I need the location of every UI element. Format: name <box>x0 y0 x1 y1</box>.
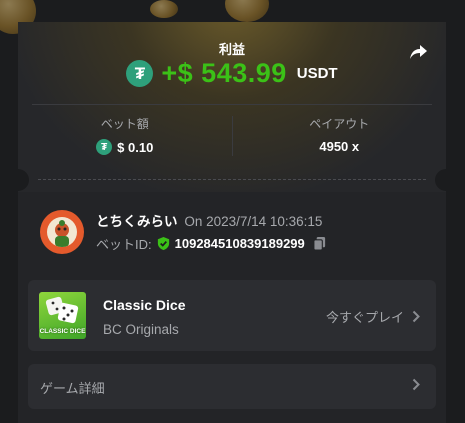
bet-detail-card: 利益 ₮ +$ 543.99 USDT ベット額 ₮ $ 0.10 ペイアウト … <box>18 22 446 423</box>
profit-currency: USDT <box>296 65 338 82</box>
game-details-label: ゲーム詳細 <box>40 381 105 396</box>
game-details-row[interactable]: ゲーム詳細 <box>28 364 436 409</box>
avatar-image <box>47 217 77 247</box>
game-thumbnail: CLASSIC DICE <box>39 292 86 339</box>
play-now-label: 今すぐプレイ <box>325 310 404 325</box>
bet-amount-value-row: ₮ $ 0.10 <box>18 139 232 155</box>
details-chevron <box>412 378 420 396</box>
game-provider: BC Originals <box>103 322 179 337</box>
divider <box>32 104 432 105</box>
payout-stat: ペイアウト 4950 x <box>233 112 447 162</box>
game-row[interactable]: CLASSIC DICE Classic Dice BC Originals 今… <box>28 280 436 351</box>
copy-icon <box>313 236 325 251</box>
tether-icon: ₮ <box>96 139 113 155</box>
bet-id-label: ベットID: <box>96 237 152 252</box>
username[interactable]: とちくみらい <box>96 214 178 229</box>
background-coin <box>225 0 269 22</box>
tether-icon: ₮ <box>126 60 154 87</box>
bet-timestamp: On 2023/7/14 10:36:15 <box>184 214 323 229</box>
copy-button[interactable] <box>312 236 327 251</box>
user-line: とちくみらい On 2023/7/14 10:36:15 <box>96 210 322 230</box>
dashed-divider <box>38 179 426 180</box>
user-info: とちくみらい On 2023/7/14 10:36:15 ベットID: 1092… <box>40 208 436 258</box>
bet-id-value: 109284510839189299 <box>174 236 305 251</box>
chevron-right-icon <box>412 310 420 323</box>
profit-amount-row: ₮ +$ 543.99 USDT <box>18 58 446 89</box>
shield-check-icon <box>157 236 169 251</box>
payout-label: ペイアウト <box>309 117 370 131</box>
bet-amount-label: ベット額 <box>100 117 149 131</box>
bet-stats: ベット額 ₮ $ 0.10 ペイアウト 4950 x <box>18 112 446 162</box>
bet-amount-stat: ベット額 ₮ $ 0.10 <box>18 112 232 162</box>
background-coin <box>150 0 178 18</box>
payout-value-row: 4950 x <box>233 139 447 154</box>
avatar[interactable] <box>40 210 84 254</box>
profit-section: 利益 ₮ +$ 543.99 USDT ベット額 ₮ $ 0.10 ペイアウト … <box>18 22 446 192</box>
chevron-right-icon <box>412 378 420 391</box>
profit-amount: +$ 543.99 <box>161 58 287 88</box>
avatar-figure-icon <box>55 220 69 247</box>
bet-id-line: ベットID: 109284510839189299 <box>96 234 327 253</box>
payout-value: 4950 x <box>319 139 360 154</box>
game-name: Classic Dice <box>103 297 186 313</box>
game-thumbnail-text: CLASSIC DICE <box>39 328 86 335</box>
profit-title: 利益 <box>218 42 245 57</box>
bet-amount-value: $ 0.10 <box>117 139 154 155</box>
play-now-button[interactable]: 今すぐプレイ <box>326 307 420 326</box>
